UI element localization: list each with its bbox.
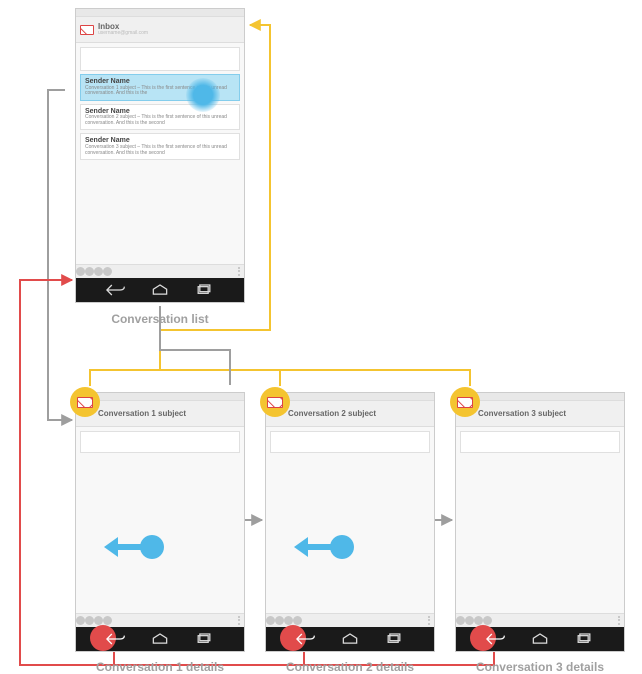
back-icon[interactable] <box>106 632 126 646</box>
app-bar[interactable]: Conversation 1 subject <box>76 401 244 427</box>
subject-preview: Conversation 2 subject – This is the fir… <box>85 115 235 126</box>
swipe-gesture-icon <box>104 527 164 567</box>
overflow-icon[interactable] <box>428 616 430 626</box>
nav-bar <box>456 627 624 651</box>
tab-dot[interactable] <box>85 616 94 625</box>
tab-dot[interactable] <box>465 616 474 625</box>
home-icon[interactable] <box>530 632 550 646</box>
header-card <box>80 431 240 453</box>
action-bar <box>456 613 624 627</box>
tab-dot[interactable] <box>474 616 483 625</box>
phone-conversation-list: Inbox username@gmail.com Sender Name Con… <box>75 8 245 303</box>
overflow-icon[interactable] <box>238 267 240 277</box>
tab-dot[interactable] <box>483 616 492 625</box>
phone-conversation-1: Conversation 1 subject <box>75 392 245 652</box>
app-bar[interactable]: Conversation 3 subject <box>456 401 624 427</box>
caption: Conversation list <box>75 312 245 326</box>
list-item[interactable]: Sender Name Conversation 2 subject – Thi… <box>80 104 240 131</box>
recents-icon[interactable] <box>194 283 214 297</box>
tab-dot[interactable] <box>284 616 293 625</box>
subject-preview: Conversation 1 subject – This is the fir… <box>85 86 235 97</box>
back-icon[interactable] <box>296 632 316 646</box>
detail-content <box>266 427 434 613</box>
list-item[interactable] <box>80 47 240 71</box>
app-title: Conversation 1 subject <box>98 409 186 418</box>
recents-icon[interactable] <box>194 632 214 646</box>
app-title: Conversation 2 subject <box>288 409 376 418</box>
nav-bar <box>266 627 434 651</box>
recents-icon[interactable] <box>574 632 594 646</box>
recents-icon[interactable] <box>384 632 404 646</box>
detail-content <box>76 427 244 613</box>
header-card <box>460 431 620 453</box>
phone-conversation-2: Conversation 2 subject <box>265 392 435 652</box>
list-content: Sender Name Conversation 1 subject – Thi… <box>76 43 244 264</box>
phone-conversation-3: Conversation 3 subject <box>455 392 625 652</box>
list-item[interactable]: Sender Name Conversation 3 subject – Thi… <box>80 133 240 160</box>
home-icon[interactable] <box>150 283 170 297</box>
subject-preview: Conversation 3 subject – This is the fir… <box>85 145 235 156</box>
overflow-icon[interactable] <box>618 616 620 626</box>
tab-dot[interactable] <box>94 616 103 625</box>
nav-bar <box>76 627 244 651</box>
back-icon[interactable] <box>486 632 506 646</box>
status-bar <box>76 393 244 401</box>
tab-dot[interactable] <box>103 616 112 625</box>
home-icon[interactable] <box>340 632 360 646</box>
action-bar <box>76 264 244 278</box>
tab-dot[interactable] <box>103 267 112 276</box>
status-bar <box>266 393 434 401</box>
detail-content <box>456 427 624 613</box>
tab-dot[interactable] <box>76 267 85 276</box>
app-bar[interactable]: Conversation 2 subject <box>266 401 434 427</box>
app-bar[interactable]: Inbox username@gmail.com <box>76 17 244 43</box>
status-bar <box>76 9 244 17</box>
app-title: Conversation 3 subject <box>478 409 566 418</box>
back-icon[interactable] <box>106 283 126 297</box>
app-subtitle: username@gmail.com <box>98 31 148 36</box>
action-bar <box>76 613 244 627</box>
tab-dot[interactable] <box>266 616 275 625</box>
tab-dot[interactable] <box>275 616 284 625</box>
list-item[interactable]: Sender Name Conversation 1 subject – Thi… <box>80 74 240 101</box>
tab-dot[interactable] <box>293 616 302 625</box>
home-icon[interactable] <box>150 632 170 646</box>
tab-dot[interactable] <box>456 616 465 625</box>
tab-dot[interactable] <box>94 267 103 276</box>
gmail-icon <box>80 25 94 35</box>
overflow-icon[interactable] <box>238 616 240 626</box>
action-bar <box>266 613 434 627</box>
header-card <box>270 431 430 453</box>
status-bar <box>456 393 624 401</box>
tab-dot[interactable] <box>76 616 85 625</box>
tab-dot[interactable] <box>85 267 94 276</box>
nav-bar <box>76 278 244 302</box>
swipe-gesture-icon <box>294 527 354 567</box>
